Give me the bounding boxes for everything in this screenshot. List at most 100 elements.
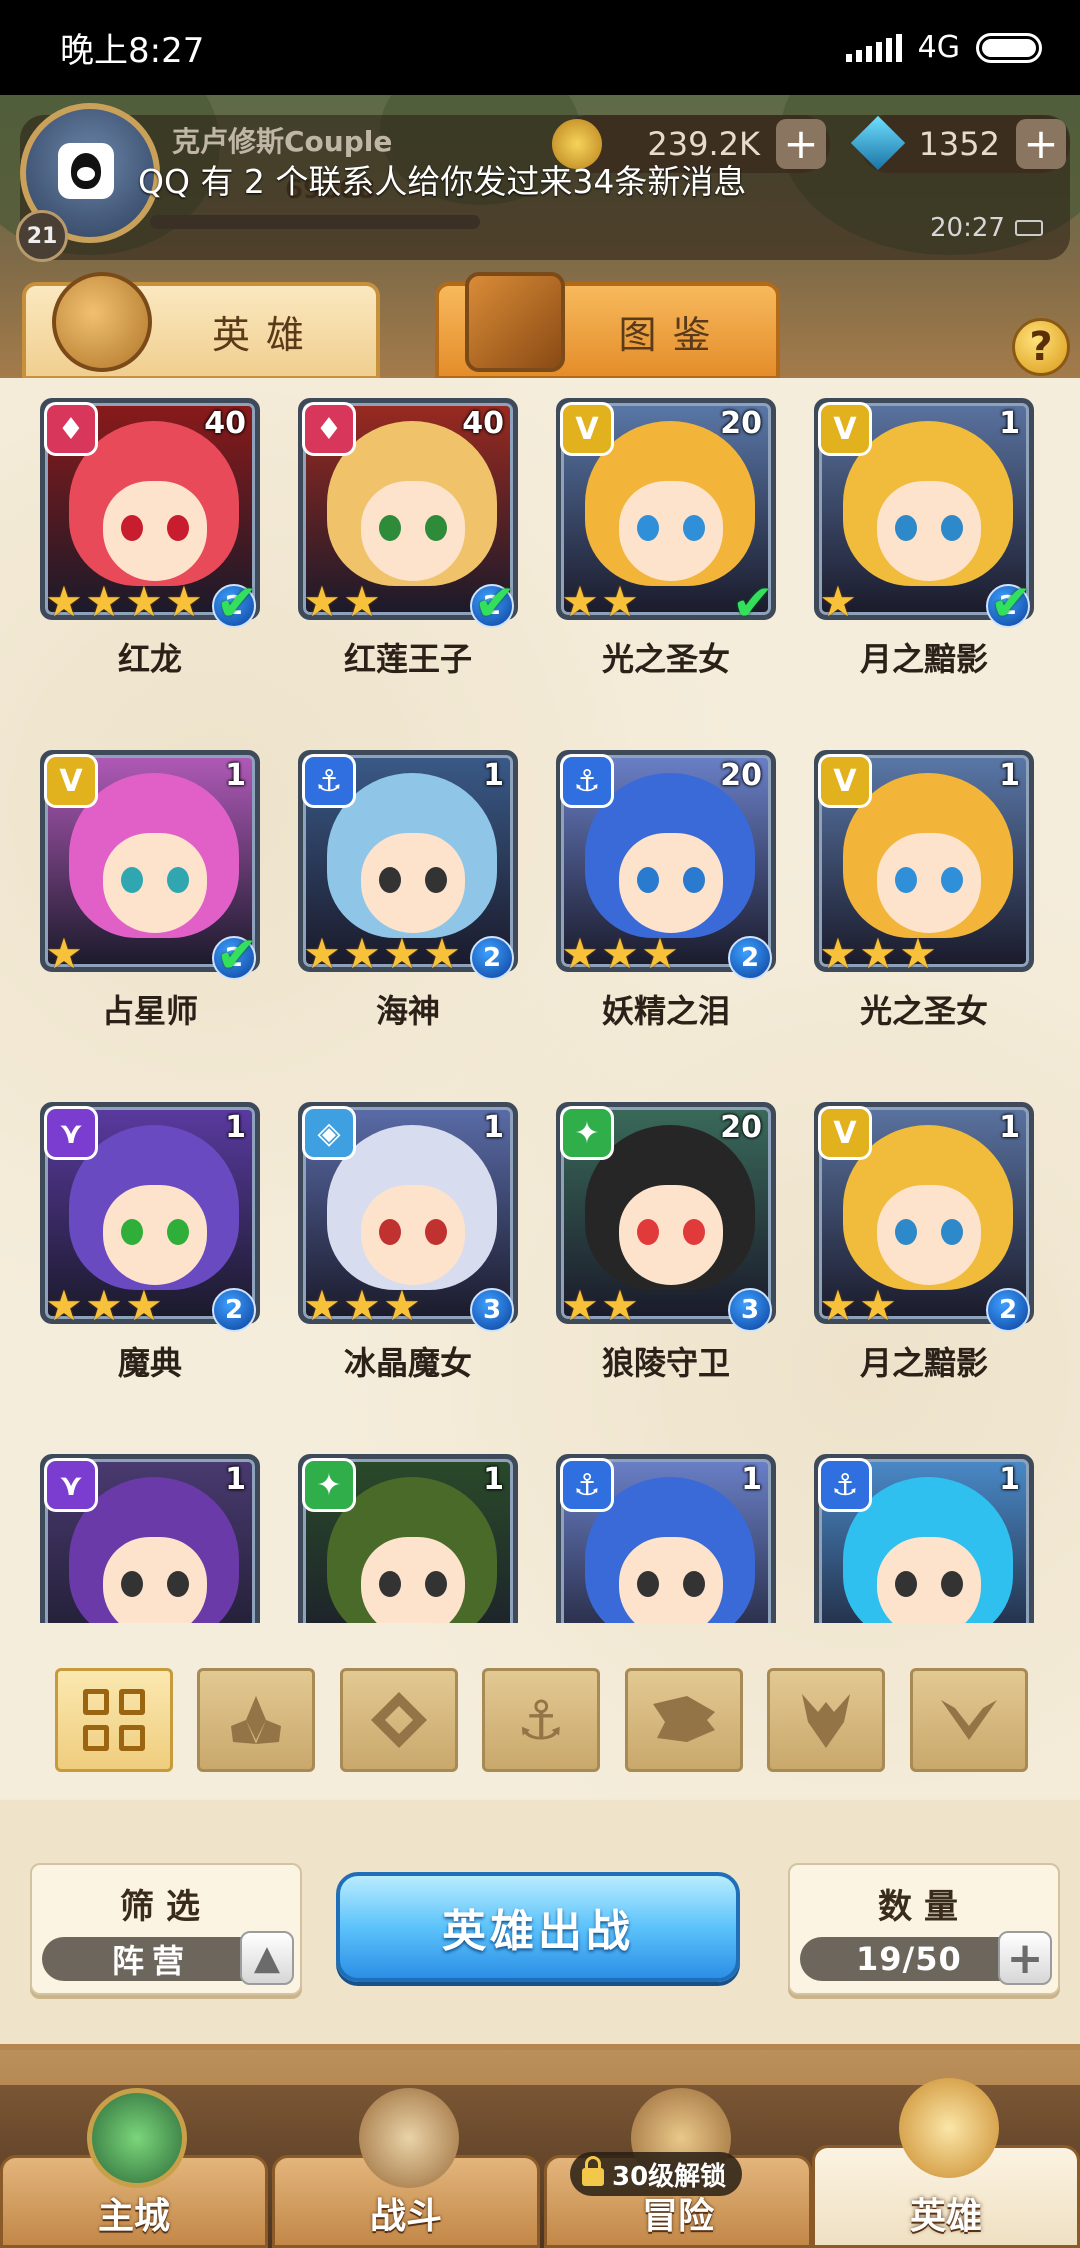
deploy-heroes-button[interactable]: 英雄出战 [336,1872,740,1982]
hero-card[interactable]: V 1 ★ ★ ★ 光之圣女 [814,738,1034,1030]
flame-faction-icon: ♦ [44,402,98,456]
nav-battle[interactable]: 战斗 [272,2088,540,2248]
hero-card[interactable]: ⋎ 1 [40,1442,260,1623]
star-icon: ★ [561,1281,599,1330]
filter-water-button[interactable]: ⚓ [482,1668,600,1772]
hero-level: 1 [483,758,504,793]
ice-faction-icon: ◈ [302,1106,356,1160]
hero-stars: ★ [44,933,84,975]
hero-level: 20 [720,406,762,441]
water-faction-icon: ⚓ [302,754,356,808]
network-label: 4G [917,30,960,65]
status-icons: 4G [845,30,1042,65]
hero-card[interactable]: ⚓ 20 ★ ★ ★ 2 妖精之泪 [556,738,776,1030]
star-icon: ★ [561,929,599,978]
hero-stars: ★ ★ [560,1281,640,1330]
star-icon: ★ [383,1281,421,1330]
star-icon: ★ [601,577,639,626]
hero-rank-badge: 3 [728,1288,772,1332]
hero-card[interactable]: ✦ 20 ★ ★ 3 狼陵守卫 [556,1090,776,1382]
add-gold-button[interactable]: + [776,119,826,169]
lock-text: 30级解锁 [612,2161,727,2192]
hero-card[interactable]: V 1 ★ 2 ✔ 占星师 [40,738,260,1030]
hero-card[interactable]: ✦ 1 [298,1442,518,1623]
dark-faction-icon: ⋎ [44,1458,98,1512]
hero-stars: ★ ★ ★ ★ [44,577,204,626]
light-faction-icon: V [818,402,872,456]
tab-codex[interactable]: 图鉴 [435,272,780,380]
hero-card[interactable]: ⚓ 1 [556,1442,776,1623]
all-icon [83,1689,145,1751]
tab-bar: 英雄 图鉴 ? [0,270,1080,380]
gem-counter: 1352 + [850,115,1070,173]
hero-name: 月之黯影 [859,640,988,678]
star-icon: ★ [423,929,461,978]
expand-slots-button[interactable]: + [998,1931,1052,1985]
hero-name: 海神 [375,992,440,1030]
filter-beast-button[interactable] [625,1668,743,1772]
hero-stars: ★ ★ [818,1281,898,1330]
hero-stars: ★ ★ ★ [818,929,938,978]
hero-card[interactable]: ♦ 40 ★ ★ ★ ★ 2 ✔ 红龙 [40,386,260,678]
filter-select[interactable]: 阵营 ▲ [42,1931,294,1985]
nav-heroes[interactable]: 英雄 [812,2078,1080,2248]
hero-card[interactable]: ◈ 1 ★ ★ ★ 3 冰晶魔女 [298,1090,518,1382]
hero-level: 40 [462,406,504,441]
hero-card[interactable]: V 20 ★ ★ ✔ 光之圣女 [556,386,776,678]
hero-card[interactable]: V 1 ★ 2 ✔ 月之黯影 [814,386,1034,678]
notification-text[interactable]: QQ 有 2 个联系人给你发过来34条新消息 [138,155,746,203]
lock-badge: 30级解锁 [570,2152,743,2196]
star-icon: ★ [859,929,897,978]
water-faction-icon: ⚓ [560,754,614,808]
hero-name: 狼陵守卫 [601,1344,730,1382]
star-icon: ★ [85,577,123,626]
filter-ice-button[interactable] [340,1668,458,1772]
chevron-up-icon[interactable]: ▲ [240,1931,294,1985]
star-icon: ★ [125,577,163,626]
hero-level: 1 [999,758,1020,793]
hero-level: 1 [225,758,246,793]
star-icon: ★ [85,1281,123,1330]
star-icon: ★ [601,1281,639,1330]
hero-name: 魔典 [117,1344,182,1382]
hero-card[interactable]: ♦ 40 ★ ★ 2 ✔ 红莲王子 [298,386,518,678]
xp-bar [150,215,480,229]
check-icon: ✔ [732,574,774,632]
hero-stars: ★ ★ ★ [44,1281,164,1330]
star-icon: ★ [819,1281,857,1330]
hero-stars: ★ [818,581,858,623]
flame-faction-icon: ♦ [302,402,356,456]
filter-light-button[interactable] [910,1668,1028,1772]
tab-heroes[interactable]: 英雄 [22,272,380,380]
hero-rank-badge: 2 [212,1288,256,1332]
nav-heroes-label: 英雄 [909,2196,982,2237]
light-faction-icon: V [818,1106,872,1160]
mini-battery-icon [1014,220,1043,236]
hero-card[interactable]: V 1 ★ ★ 2 月之黯影 [814,1090,1034,1382]
hero-level: 20 [720,1110,762,1145]
check-icon: ✔ [216,926,258,984]
light-icon [941,1700,997,1740]
light-faction-icon: V [560,402,614,456]
filter-title: 筛选 [120,1887,212,1927]
hero-card[interactable]: ⋎ 1 ★ ★ ★ 2 魔典 [40,1090,260,1382]
hero-stars: ★ ★ ★ [560,929,680,978]
star-icon: ★ [859,1281,897,1330]
hero-card[interactable]: ⚓ 1 [814,1442,1034,1623]
status-time: 晚上8:27 [60,31,205,71]
filter-dark-button[interactable] [767,1668,885,1772]
star-icon: ★ [303,929,341,978]
hero-level: 20 [720,758,762,793]
hero-stars: ★ ★ [560,577,640,626]
add-gem-button[interactable]: + [1016,119,1066,169]
hero-rank-badge: 2 [728,936,772,980]
hero-card[interactable]: ⚓ 1 ★ ★ ★ ★ 2 海神 [298,738,518,1030]
hero-level: 1 [741,1462,762,1497]
help-button[interactable]: ? [1012,318,1070,376]
filter-all-button[interactable] [55,1668,173,1772]
filter-value: 阵营 [112,1942,193,1980]
nav-city[interactable]: 主城 [0,2088,268,2248]
hero-grid[interactable]: ♦ 40 ★ ★ ★ ★ 2 ✔ 红龙 ♦ 40 ★ ★ 2 ✔ 红莲王子 V 20 ★ ★ ✔ 光之圣女 V 1 ★ 2 ✔ 月之黯… [0,378,1080,1623]
filter-flame-button[interactable] [197,1668,315,1772]
hero-name: 光之圣女 [601,640,730,678]
